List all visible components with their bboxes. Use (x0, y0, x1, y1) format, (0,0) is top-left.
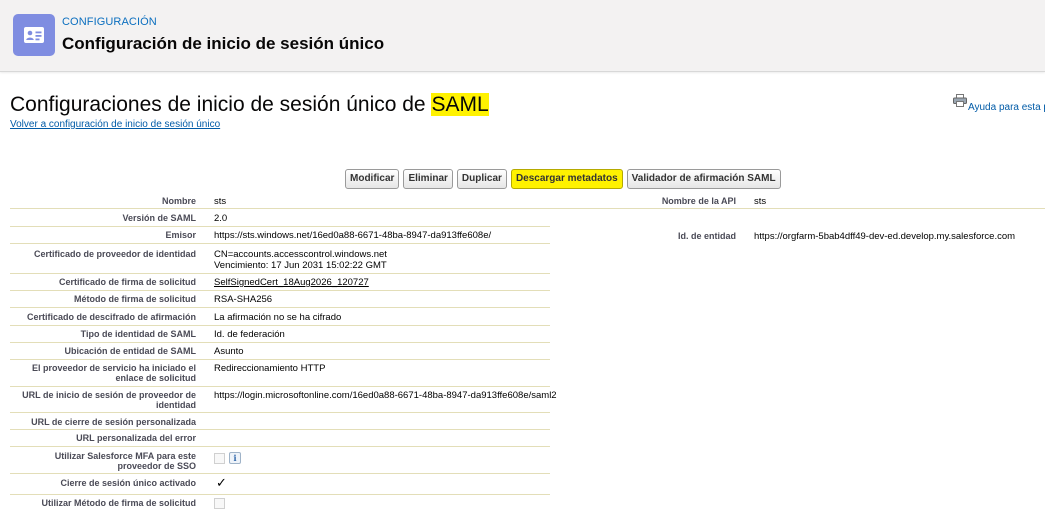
saml-validator-button[interactable]: Validador de afirmación SAML (626, 169, 781, 189)
issuer-value: https://sts.windows.net/16ed0a88-6671-48… (214, 230, 492, 241)
separator (10, 273, 550, 274)
assertion-decrypt-cert-label: Certificado de descifrado de afirmación (26, 312, 196, 322)
setup-header: CONFIGURACIÓN Configuración de inicio de… (0, 0, 1045, 72)
identity-location-label: Ubicación de entidad de SAML (64, 346, 196, 356)
page-title-prefix: Configuraciones de inicio de sesión únic… (10, 93, 432, 116)
download-metadata-button[interactable]: Descargar metadatos (510, 169, 623, 189)
separator (10, 359, 550, 360)
idp-cert-value: CN=accounts.accesscontrol.windows.net Ve… (214, 249, 387, 271)
separator (10, 226, 550, 227)
header-kicker: CONFIGURACIÓN (62, 16, 157, 28)
separator (10, 243, 550, 244)
assertion-decrypt-cert-value: La afirmación no se ha cifrado (214, 312, 342, 323)
separator (550, 208, 1045, 209)
identity-type-label: Tipo de identidad de SAML (80, 329, 196, 339)
identity-type-value: Id. de federación (214, 329, 285, 340)
delete-button[interactable]: Eliminar (403, 169, 453, 189)
identity-card-icon (13, 14, 55, 56)
saml-version-value: 2.0 (214, 213, 228, 224)
idp-login-url-label: URL de inicio de sesión de proveedor de … (10, 390, 196, 410)
request-signature-method-value: RSA-SHA256 (214, 294, 273, 305)
api-name-value: sts (754, 196, 767, 207)
sp-binding-value: Redireccionamiento HTTP (214, 363, 326, 374)
custom-error-url-label: URL personalizada del error (76, 433, 196, 443)
idp-login-url-label-line2: identidad (156, 400, 196, 410)
edit-button[interactable]: Modificar (345, 169, 400, 189)
page-title-highlight: SAML (431, 93, 489, 116)
header-title: Configuración de inicio de sesión único (62, 34, 385, 53)
custom-logout-url-label: URL de cierre de sesión personalizada (31, 417, 196, 427)
name-label: Nombre (161, 196, 196, 206)
separator (10, 386, 550, 387)
saml-version-label: Versión de SAML (122, 213, 196, 223)
issuer-label: Emisor (165, 230, 196, 240)
api-name-label: Nombre de la API (661, 196, 736, 206)
request-signing-cert-link[interactable]: SelfSignedCert_18Aug2026_120727 (214, 277, 369, 288)
request-signature-method-label: Método de firma de solicitud (73, 294, 196, 304)
sp-binding-label-line1: El proveedor de servicio ha iniciado el (31, 363, 196, 373)
clone-button[interactable]: Duplicar (456, 169, 507, 189)
idp-login-url-label-line1: URL de inicio de sesión de proveedor de (22, 390, 196, 400)
separator (10, 290, 550, 291)
button-row: Modificar Eliminar Duplicar Descargar me… (345, 169, 781, 189)
help-link[interactable]: Ayuda para esta p (953, 94, 1045, 113)
help-link-label[interactable]: Ayuda para esta p (968, 102, 1045, 113)
idp-cert-expiry: Vencimiento: 17 Jun 2031 15:02:22 GMT (214, 260, 387, 271)
use-sf-mfa-label: Utilizar Salesforce MFA para este provee… (10, 451, 196, 471)
separator (10, 446, 550, 447)
identity-location-value: Asunto (214, 346, 244, 357)
separator (10, 307, 550, 308)
entity-id-value: https://orgfarm-5bab4dff49-dev-ed.develo… (754, 231, 1016, 242)
single-logout-label: Cierre de sesión único activado (60, 478, 196, 488)
idp-cert-label: Certificado de proveedor de identidad (33, 249, 196, 259)
checkmark-icon: ✓ (216, 475, 227, 490)
sp-binding-label-line2: enlace de solicitud (115, 373, 196, 383)
separator (10, 325, 550, 326)
separator (10, 342, 550, 343)
partial-row-label: Utilizar Método de firma de solicitud (41, 498, 196, 508)
use-sf-mfa-label-line2: proveedor de SSO (117, 461, 196, 471)
entity-id-label: Id. de entidad (677, 231, 736, 241)
name-value: sts (214, 196, 227, 207)
use-sf-mfa-label-line1: Utilizar Salesforce MFA para este (54, 451, 196, 461)
sp-binding-label: El proveedor de servicio ha iniciado el … (10, 363, 196, 383)
idp-login-url-value: https://login.microsoftonline.com/16ed0a… (214, 390, 557, 401)
idp-cert-cn: CN=accounts.accesscontrol.windows.net (214, 249, 387, 260)
separator (10, 208, 550, 209)
partial-row-checkbox (214, 498, 225, 509)
separator (10, 429, 550, 430)
printer-icon[interactable] (953, 94, 967, 110)
separator (10, 412, 550, 413)
request-signing-cert-label: Certificado de firma de solicitud (58, 277, 196, 287)
back-to-sso-link[interactable]: Volver a configuración de inicio de sesi… (10, 119, 220, 130)
separator (10, 473, 550, 474)
info-icon[interactable]: i (229, 452, 241, 464)
use-sf-mfa-checkbox (214, 452, 225, 464)
separator (10, 494, 550, 495)
page-title: Configuraciones de inicio de sesión únic… (10, 93, 489, 117)
